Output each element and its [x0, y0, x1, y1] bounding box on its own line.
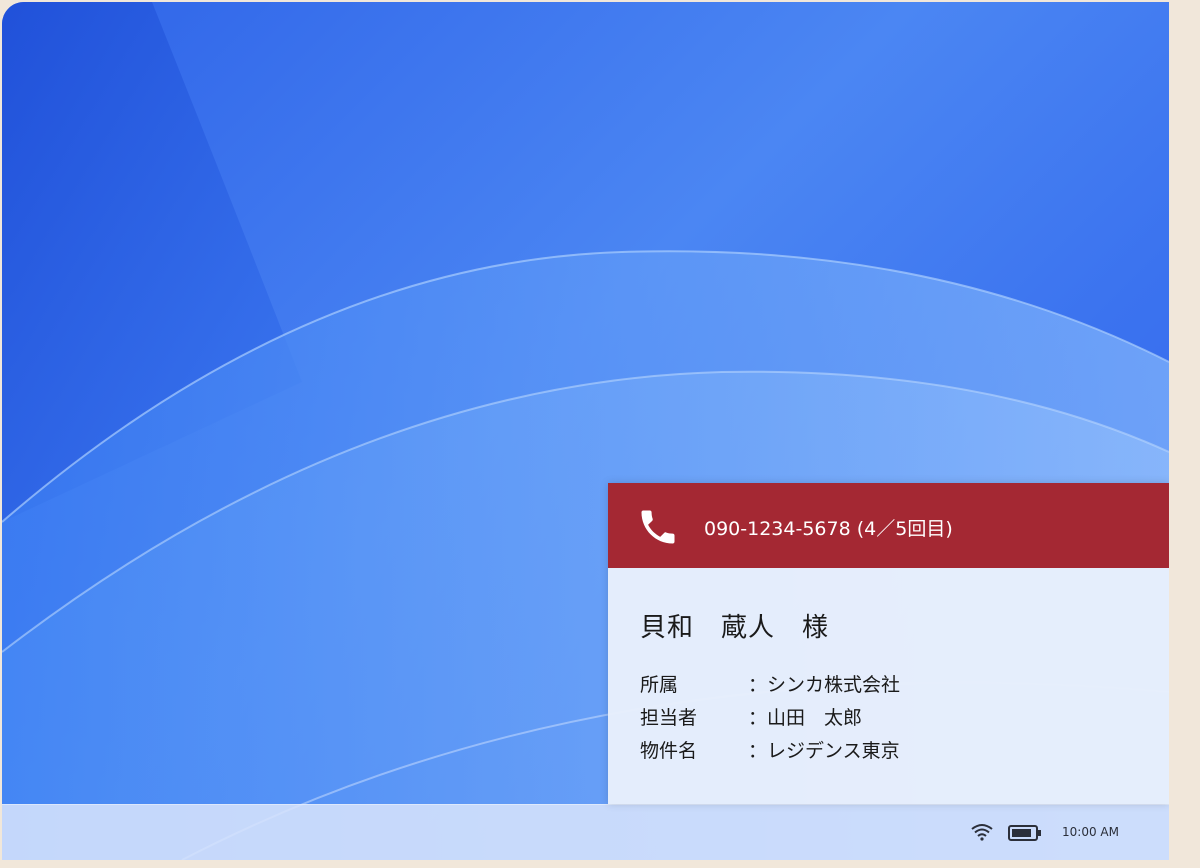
desktop-screen: 10:00 AM 090-1234-5678 (4／5回目) 貝和 蔵人 様 所…: [2, 2, 1169, 860]
notification-header: 090-1234-5678 (4／5回目): [608, 483, 1169, 568]
taskbar-clock[interactable]: 10:00 AM: [1062, 825, 1119, 839]
wifi-icon[interactable]: [971, 823, 993, 845]
incoming-call-notification[interactable]: 090-1234-5678 (4／5回目) 貝和 蔵人 様 所属 ： シンカ株式…: [608, 483, 1169, 804]
phone-icon: [636, 505, 680, 553]
info-label: 物件名: [640, 740, 698, 762]
info-value: レジデンス東京: [767, 740, 900, 762]
info-separator: ：: [748, 674, 768, 696]
battery-icon[interactable]: [1008, 825, 1042, 845]
info-separator: ：: [748, 740, 768, 762]
info-separator: ：: [748, 707, 768, 729]
caller-name: 貝和 蔵人 様: [640, 613, 830, 643]
taskbar: 10:00 AM: [2, 804, 1169, 860]
caller-phone-number: 090-1234-5678 (4／5回目): [704, 518, 953, 540]
info-label: 所属: [640, 674, 679, 696]
info-label: 担当者: [640, 707, 698, 729]
info-value: シンカ株式会社: [767, 674, 901, 696]
info-value: 山田 太郎: [767, 707, 863, 729]
